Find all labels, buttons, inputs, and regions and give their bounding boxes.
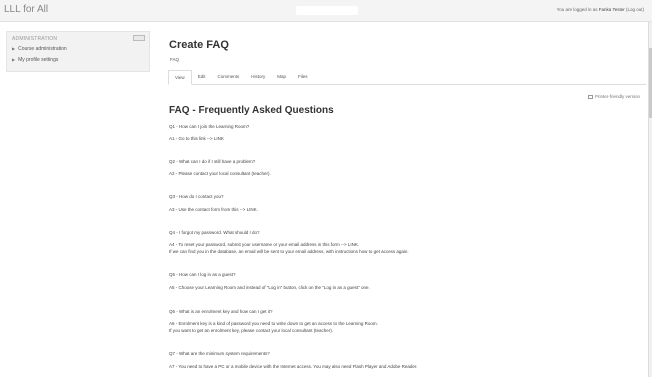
admin-item-label: Course administration [18, 46, 67, 52]
faq-answer-6: A6 - Enrolment key is a kind of password… [169, 321, 378, 326]
admin-item-course-administration[interactable]: ▶ Course administration [12, 46, 67, 52]
printer-icon [587, 94, 593, 99]
tab-map[interactable]: Map [271, 70, 292, 85]
tab-view[interactable]: View [168, 70, 192, 85]
administration-block: ADMINISTRATION ▶ Course administration ▶ M… [6, 31, 150, 72]
faq-answer-1: A1 - Go to this link --> LINK [169, 136, 224, 141]
faq-answer-4: A4 - To reset your password, submit your… [169, 242, 360, 247]
tab-files[interactable]: Files [292, 70, 314, 85]
tab-edit[interactable]: Edit [191, 70, 212, 85]
expand-triangle-icon: ▶ [12, 57, 16, 62]
faq-question-6: Q6 - What is an enrolment key and how ca… [169, 309, 273, 314]
site-title[interactable]: LLL for All [4, 4, 48, 15]
page-scrollbar[interactable] [648, 22, 652, 377]
user-name-link[interactable]: Fanka Tester [599, 7, 625, 12]
faq-question-5: Q5 - How can I log in as a guest? [169, 272, 236, 277]
login-info: You are logged in as Fanka Tester (Log o… [557, 7, 644, 12]
expand-triangle-icon: ▶ [12, 46, 16, 51]
printer-friendly-link[interactable]: Printer-friendly version [587, 94, 640, 99]
block-controls-icon[interactable] [133, 35, 145, 41]
faq-question-1: Q1 - How can I join the Learning Room? [169, 124, 250, 129]
administration-title: ADMINISTRATION [12, 36, 58, 42]
faq-question-7: Q7 - What are the minimum system require… [169, 351, 270, 356]
admin-item-label: My profile settings [18, 57, 59, 63]
faq-answer-7: A7 - You need to have a PC or a mobile d… [169, 364, 418, 369]
faq-question-4: Q4 - I forgot my password. What should I… [169, 230, 260, 235]
tab-history[interactable]: History [245, 70, 272, 85]
tab-comments[interactable]: Comments [211, 70, 246, 85]
faq-question-3: Q3 - How do I contact you? [169, 194, 224, 199]
logout-link[interactable]: (Log out) [626, 7, 644, 12]
faq-answer-5: A5 - Choose your Learning Room and inste… [169, 285, 370, 290]
admin-item-my-profile-settings[interactable]: ▶ My profile settings [12, 57, 58, 63]
top-search-box[interactable] [296, 6, 358, 15]
top-bar: LLL for All You are logged in as Fanka T… [0, 0, 652, 22]
faq-answer-6-continued: If you want to get an enrolment key, ple… [169, 328, 334, 333]
faq-heading: FAQ - Frequently Asked Questions [169, 105, 334, 116]
faq-answer-2: A2 - Please contact your local consultan… [169, 171, 271, 176]
faq-answer-3: A3 - Use the contact form from this --> … [169, 207, 258, 212]
page-title: Create FAQ [169, 39, 229, 51]
breadcrumb[interactable]: FAQ [170, 57, 179, 62]
printer-friendly-label: Printer-friendly version [594, 94, 640, 99]
faq-question-2: Q2 - What can I do if I still have a pro… [169, 159, 256, 164]
faq-answer-4-continued: If we can find you in the database, an e… [169, 249, 409, 254]
page-tabs: View Edit Comments History Map Files [168, 70, 314, 85]
login-prefix: You are logged in as [556, 7, 598, 12]
